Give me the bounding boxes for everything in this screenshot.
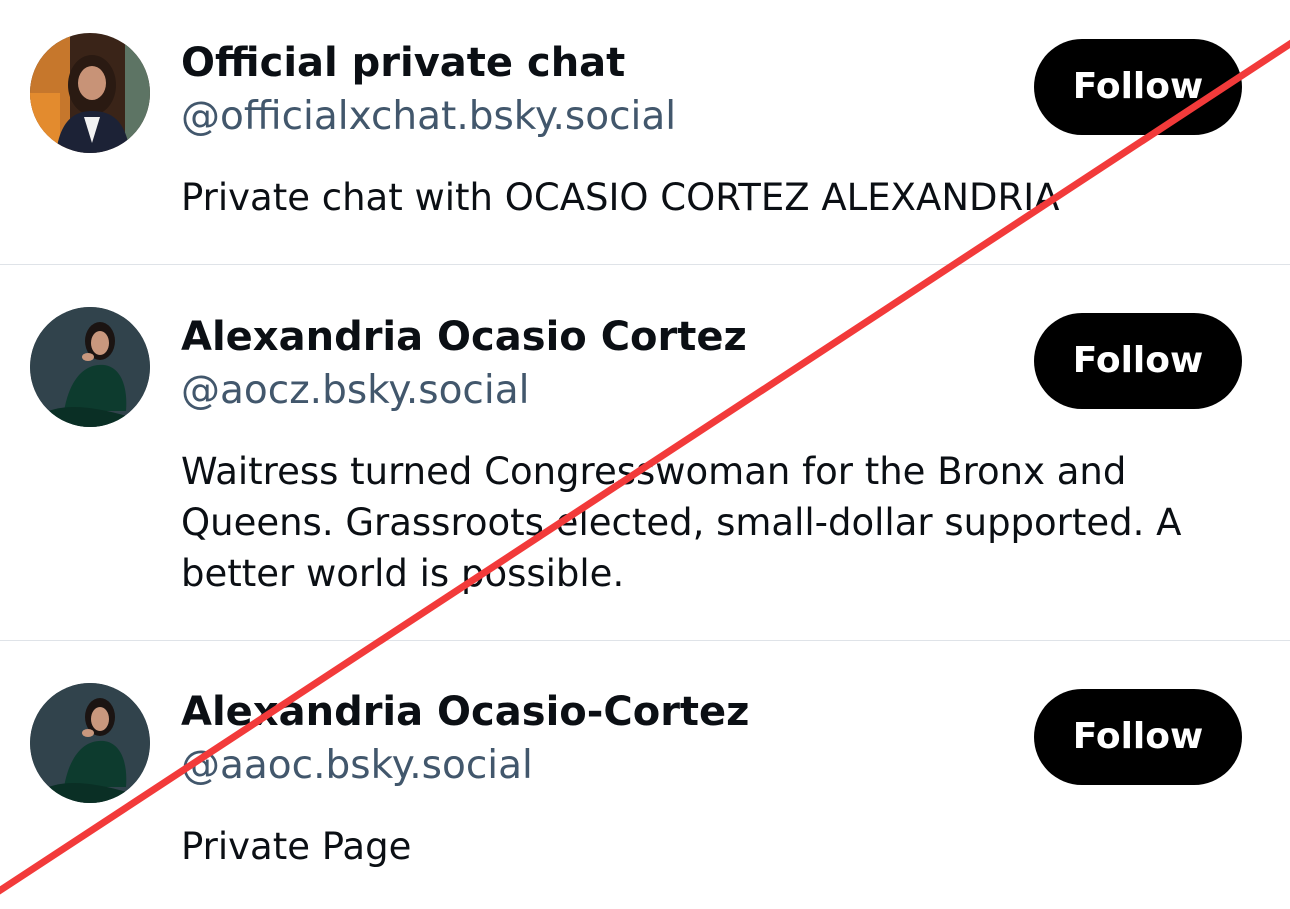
display-name[interactable]: Alexandria Ocasio Cortez [181, 312, 747, 362]
display-name[interactable]: Official private chat [181, 38, 625, 88]
avatar-photo-icon [30, 307, 150, 427]
account-card[interactable]: Alexandria Ocasio-Cortez @aaoc.bsky.soci… [0, 641, 1290, 909]
avatar[interactable] [30, 307, 150, 427]
follow-button[interactable]: Follow [1034, 689, 1242, 785]
account-card[interactable]: Official private chat @officialxchat.bsk… [0, 0, 1290, 264]
account-handle[interactable]: @aaoc.bsky.social [181, 741, 533, 791]
display-name[interactable]: Alexandria Ocasio-Cortez [181, 687, 749, 737]
avatar[interactable] [30, 33, 150, 153]
avatar-photo-icon [30, 683, 150, 803]
avatar-photo-icon [30, 33, 150, 153]
avatar[interactable] [30, 683, 150, 803]
follow-button[interactable]: Follow [1034, 313, 1242, 409]
account-handle[interactable]: @officialxchat.bsky.social [181, 92, 676, 142]
account-bio: Waitress turned Congresswoman for the Br… [181, 450, 1182, 595]
account-card[interactable]: Alexandria Ocasio Cortez @aocz.bsky.soci… [0, 265, 1290, 640]
account-bio: Private chat with OCASIO CORTEZ ALEXANDR… [181, 176, 1060, 219]
follow-button[interactable]: Follow [1034, 39, 1242, 135]
account-list: Official private chat @officialxchat.bsk… [0, 0, 1290, 909]
account-handle[interactable]: @aocz.bsky.social [181, 366, 529, 416]
account-bio: Private Page [181, 825, 412, 868]
